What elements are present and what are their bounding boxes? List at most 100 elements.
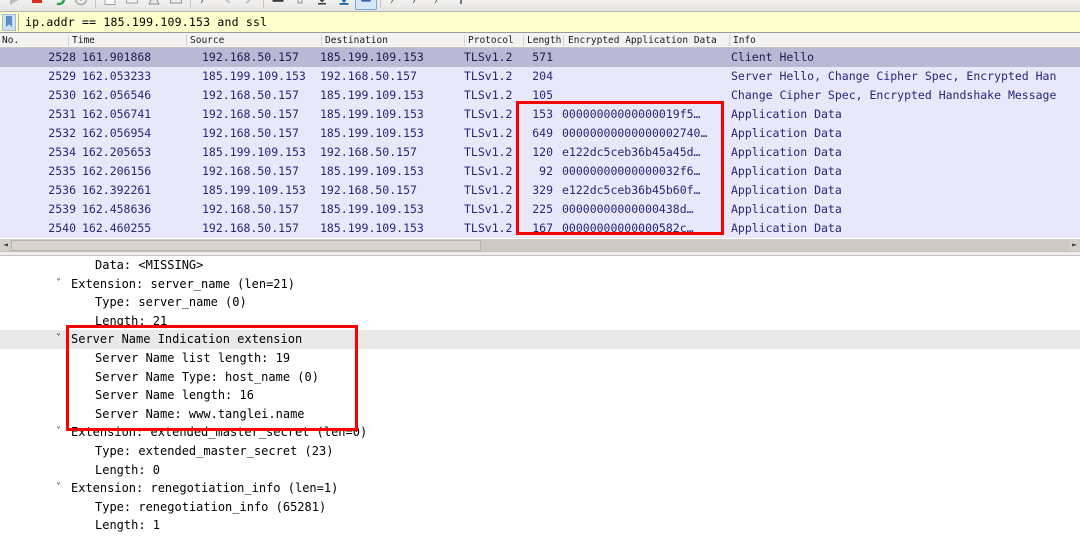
chevron-down-icon[interactable]: ˅: [56, 479, 61, 498]
column-divider[interactable]: [68, 35, 69, 46]
packet-list-horizontal-scrollbar[interactable]: ◄ ►: [0, 238, 1080, 251]
packet-cell-time: 162.056954: [82, 126, 152, 140]
reload-file-icon[interactable]: [165, 0, 187, 10]
column-header-encrypted-application-data[interactable]: Encrypted Application Data: [568, 34, 717, 47]
column-header-no[interactable]: No.: [2, 34, 19, 47]
detail-tree-row[interactable]: Type: extended_master_secret (23): [0, 442, 1080, 461]
packet-cell-info: Change Cipher Spec, Encrypted Handshake …: [731, 88, 1057, 102]
packet-cell-encrypted-application-data: e122dc5ceb36b45b60f…: [562, 183, 701, 197]
column-header-time[interactable]: Time: [72, 34, 95, 47]
packet-cell-length: 649: [532, 126, 553, 140]
packet-cell-protocol: TLSv1.2: [464, 202, 513, 216]
packet-list-row[interactable]: 2529 162.053233 185.199.109.153 192.168.50.…: [0, 67, 1080, 86]
packet-cell-encrypted-application-data: 00000000000000002740…: [562, 126, 708, 140]
packet-cell-destination: 192.168.50.157: [320, 69, 417, 83]
column-header-info[interactable]: Info: [733, 34, 756, 47]
detail-tree-row[interactable]: Data: <MISSING>: [0, 256, 1080, 275]
packet-cell-encrypted-application-data: 00000000000000438d…: [562, 202, 694, 216]
detail-tree-row[interactable]: Server Name Type: host_name (0): [0, 368, 1080, 387]
detail-tree-label: Server Name Indication extension: [71, 332, 303, 347]
column-divider[interactable]: [464, 35, 465, 46]
colorize-icon[interactable]: [355, 0, 377, 10]
packet-cell-destination: 185.199.109.153: [320, 164, 424, 178]
column-header-source[interactable]: Source: [190, 34, 224, 47]
detail-tree-row[interactable]: Type: renegotiation_info (65281): [0, 498, 1080, 517]
packet-cell-source: 192.168.50.157: [202, 88, 299, 102]
packet-details-tree[interactable]: Data: <MISSING> ˅ Extension: server_name (…: [0, 256, 1080, 535]
save-file-icon[interactable]: [121, 0, 143, 10]
packet-list[interactable]: No. Time Source Destination Protocol Len…: [0, 33, 1080, 238]
scroll-right-arrow-icon[interactable]: ►: [1069, 239, 1080, 251]
packet-cell-info: Server Hello, Change Cipher Spec, Encryp…: [731, 69, 1057, 83]
restart-capture-icon[interactable]: [48, 0, 70, 10]
packet-cell-no: 2536: [48, 183, 76, 197]
packet-cell-info: Application Data: [731, 145, 842, 159]
packet-cell-length: 120: [532, 145, 553, 159]
zoom-reset-icon[interactable]: [428, 0, 450, 10]
display-filter-input[interactable]: ip.addr == 185.199.109.153 and ssl: [25, 15, 267, 29]
packet-list-row[interactable]: 2539 162.458636 192.168.50.157 185.199.109.…: [0, 200, 1080, 219]
scrollbar-track[interactable]: [11, 239, 1069, 251]
filter-bookmark-icon[interactable]: [1, 13, 17, 31]
packet-cell-info: Application Data: [731, 164, 842, 178]
detail-tree-row[interactable]: Server Name: www.tanglei.name: [0, 405, 1080, 424]
column-divider[interactable]: [523, 35, 524, 46]
resize-columns-icon[interactable]: [450, 0, 472, 10]
zoom-in-icon[interactable]: [384, 0, 406, 10]
capture-options-icon[interactable]: [70, 0, 92, 10]
packet-list-body[interactable]: 2528 161.901868 192.168.50.157 185.199.109.…: [0, 48, 1080, 238]
packet-list-row[interactable]: 2534 162.205653 185.199.109.153 192.168.50.…: [0, 143, 1080, 162]
detail-tree-row[interactable]: Server Name list length: 19: [0, 349, 1080, 368]
detail-tree-row[interactable]: Length: 0: [0, 461, 1080, 480]
packet-list-header[interactable]: No. Time Source Destination Protocol Len…: [0, 33, 1080, 48]
packet-list-row[interactable]: 2540 162.460255 192.168.50.157 185.199.109.…: [0, 219, 1080, 238]
go-to-packet-icon[interactable]: [267, 0, 289, 10]
detail-tree-row[interactable]: ˅ Server Name Indication extension: [0, 330, 1080, 349]
packet-list-row[interactable]: 2531 162.056741 192.168.50.157 185.199.109.…: [0, 105, 1080, 124]
stop-capture-icon[interactable]: [26, 0, 48, 10]
packet-cell-info: Application Data: [731, 183, 842, 197]
go-last-icon[interactable]: [311, 0, 333, 10]
find-packet-icon[interactable]: [194, 0, 216, 10]
packet-list-row[interactable]: 2536 162.392261 185.199.109.153 192.168.50.…: [0, 181, 1080, 200]
chevron-down-icon[interactable]: ˅: [56, 423, 61, 442]
autoscroll-icon[interactable]: [333, 0, 355, 10]
column-divider[interactable]: [321, 35, 322, 46]
go-first-icon[interactable]: [289, 0, 311, 10]
column-header-destination[interactable]: Destination: [325, 34, 388, 47]
start-capture-icon[interactable]: [4, 0, 26, 10]
packet-cell-length: 92: [539, 164, 553, 178]
detail-tree-row[interactable]: ˅ Extension: renegotiation_info (len=1): [0, 479, 1080, 498]
open-file-icon[interactable]: [99, 0, 121, 10]
detail-tree-row[interactable]: ˅ Extension: server_name (len=21): [0, 275, 1080, 294]
toolbar-separator: [263, 0, 264, 8]
display-filter-bar[interactable]: ip.addr == 185.199.109.153 and ssl: [0, 12, 1080, 33]
column-divider[interactable]: [729, 35, 730, 46]
chevron-down-icon[interactable]: ˅: [56, 275, 61, 294]
packet-list-row[interactable]: 2530 162.056546 192.168.50.157 185.199.109.…: [0, 86, 1080, 105]
packet-list-row[interactable]: 2532 162.056954 192.168.50.157 185.199.109.…: [0, 124, 1080, 143]
detail-tree-row[interactable]: Length: 1: [0, 516, 1080, 535]
packet-list-row[interactable]: 2528 161.901868 192.168.50.157 185.199.109.…: [0, 48, 1080, 67]
detail-tree-row[interactable]: Server Name length: 16: [0, 386, 1080, 405]
detail-tree-row[interactable]: Length: 21: [0, 312, 1080, 331]
packet-list-row[interactable]: 2535 162.206156 192.168.50.157 185.199.109.…: [0, 162, 1080, 181]
column-divider[interactable]: [563, 35, 564, 46]
go-forward-icon[interactable]: [238, 0, 260, 10]
packet-cell-length: 329: [532, 183, 553, 197]
chevron-down-icon[interactable]: ˅: [56, 330, 61, 349]
packet-cell-source: 185.199.109.153: [202, 69, 306, 83]
zoom-out-icon[interactable]: [406, 0, 428, 10]
detail-tree-row[interactable]: Type: server_name (0): [0, 293, 1080, 312]
scrollbar-thumb[interactable]: [11, 239, 481, 251]
detail-tree-row[interactable]: ˅ Extension: extended_master_secret (len=…: [0, 423, 1080, 442]
go-back-icon[interactable]: [216, 0, 238, 10]
column-header-protocol[interactable]: Protocol: [468, 34, 514, 47]
scroll-left-arrow-icon[interactable]: ◄: [0, 239, 11, 251]
packet-details-pane[interactable]: Data: <MISSING> ˅ Extension: server_name (…: [0, 256, 1080, 543]
close-file-icon[interactable]: [143, 0, 165, 10]
packet-cell-destination: 192.168.50.157: [320, 145, 417, 159]
column-divider[interactable]: [186, 35, 187, 46]
column-header-length[interactable]: Length: [527, 34, 561, 47]
packet-cell-source: 192.168.50.157: [202, 221, 299, 235]
